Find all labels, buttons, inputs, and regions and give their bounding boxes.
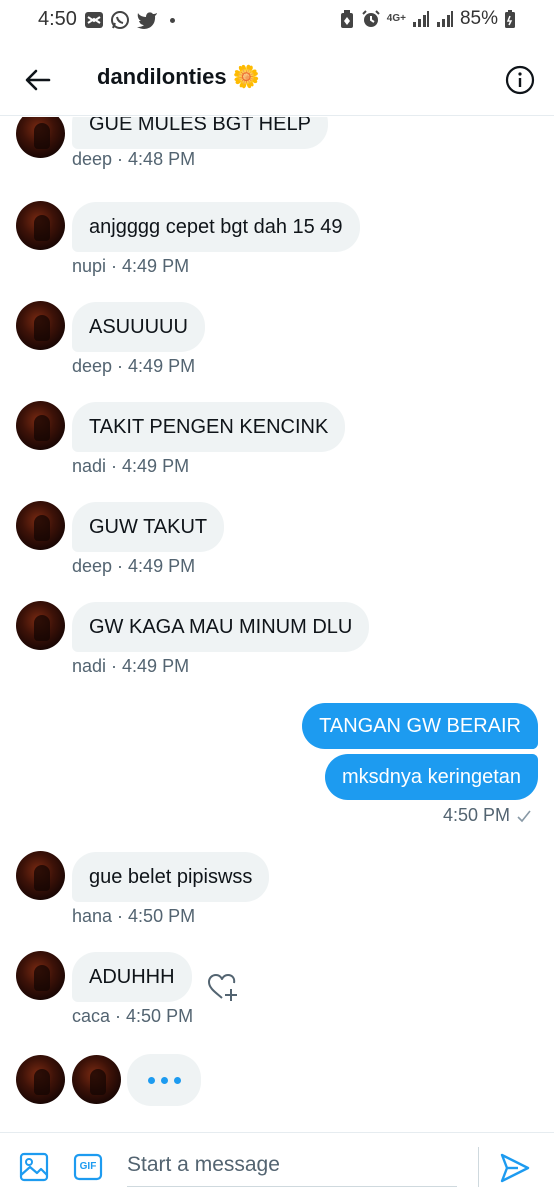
outgoing-message-meta: 4:50 PM [443, 805, 532, 826]
avatar[interactable] [16, 117, 65, 158]
twitter-icon [137, 12, 157, 29]
status-bar: 4:50 4G+ 85% [0, 0, 554, 40]
back-button[interactable] [20, 62, 56, 98]
meta-separator: · [106, 656, 123, 676]
message-time: 4:49 PM [128, 556, 196, 576]
signal-icon-2 [436, 11, 453, 27]
battery-saver-icon [340, 10, 353, 28]
add-reaction-icon[interactable] [206, 971, 238, 1003]
composer-divider [478, 1147, 479, 1187]
avatar[interactable] [72, 1055, 121, 1104]
message-meta: caca · 4:50 PM [72, 1006, 193, 1027]
battery-icon [505, 10, 515, 28]
meta-separator: · [112, 149, 129, 169]
battery-level: 85% [459, 8, 498, 29]
conversation-header: dandilonties 🌼 [0, 40, 554, 116]
meta-separator: · [106, 456, 123, 476]
avatar[interactable] [16, 601, 65, 650]
message-meta: deep · 4:49 PM [72, 356, 195, 377]
message-sender: nupi [72, 256, 107, 276]
message-bubble[interactable]: gue belet pipiswss [72, 852, 270, 902]
conversation-name: dandilonties [97, 64, 227, 89]
message-meta: hana · 4:50 PM [72, 906, 195, 927]
typing-dot [147, 1076, 155, 1084]
message-meta: nadi · 4:49 PM [72, 456, 189, 477]
info-button[interactable] [502, 62, 538, 98]
network-type: 4G+ [386, 13, 406, 24]
message-time: 4:49 PM [122, 256, 190, 276]
message-sender: nadi [72, 456, 107, 476]
meta-separator: · [106, 256, 123, 276]
meta-separator: · [112, 906, 129, 926]
message-bubble[interactable]: GUE MULES BGT HELP [72, 117, 328, 149]
meta-separator: · [110, 1006, 127, 1026]
meta-separator: · [112, 556, 129, 576]
message-bubble[interactable]: GW KAGA MAU MINUM DLU [72, 602, 370, 652]
avatar[interactable] [16, 301, 65, 350]
check-icon [517, 810, 531, 822]
whatsapp-icon [111, 11, 129, 29]
typing-dot [173, 1076, 181, 1084]
message-meta: deep · 4:49 PM [72, 556, 195, 577]
message-sender: hana [72, 906, 113, 926]
message-composer: GIF [0, 1132, 554, 1200]
message-sender: deep [72, 149, 113, 169]
message-bubble[interactable]: ASUUUUU [72, 302, 205, 352]
inbox-icon [85, 12, 103, 28]
message-sender: nadi [72, 656, 107, 676]
conversation-title[interactable]: dandilonties 🌼 [97, 64, 260, 90]
typing-indicator [127, 1054, 201, 1106]
avatar[interactable] [16, 201, 65, 250]
message-time: 4:50 PM [128, 906, 196, 926]
message-input[interactable] [127, 1143, 457, 1187]
status-system-icons: 4G+ 85% [339, 8, 516, 30]
message-bubble[interactable]: TAKIT PENGEN KENCINK [72, 402, 346, 452]
signal-icon [412, 11, 429, 27]
avatar[interactable] [16, 951, 65, 1000]
outgoing-message-time: 4:50 PM [442, 805, 510, 825]
avatar[interactable] [16, 1055, 65, 1104]
typing-dot [160, 1076, 168, 1084]
outgoing-message-bubble[interactable]: mksdnya keringetan [325, 754, 538, 800]
message-meta: nupi · 4:49 PM [72, 256, 189, 277]
message-time: 4:49 PM [122, 456, 190, 476]
message-list[interactable]: GUE MULES BGT HELP deep · 4:48 PM anjggg… [0, 117, 554, 1132]
image-icon[interactable] [18, 1151, 50, 1183]
alarm-icon [362, 10, 380, 27]
message-time: 4:48 PM [128, 149, 196, 169]
arrow-left-icon [25, 69, 51, 91]
info-icon [505, 65, 535, 95]
message-meta: deep · 4:48 PM [72, 149, 195, 170]
gif-button[interactable]: GIF [73, 1153, 103, 1181]
gif-label: GIF [79, 1161, 97, 1172]
message-time: 4:49 PM [128, 356, 196, 376]
message-sender: deep [72, 556, 113, 576]
sunflower-emoji: 🌼 [232, 64, 260, 89]
message-time: 4:50 PM [126, 1006, 194, 1026]
message-sender: deep [72, 356, 113, 376]
message-sender: caca [72, 1006, 111, 1026]
status-time: 4:50 [38, 8, 77, 30]
status-notification-icons [84, 10, 175, 30]
message-bubble[interactable]: ADUHHH [72, 952, 192, 1002]
avatar[interactable] [16, 501, 65, 550]
message-bubble[interactable]: GUW TAKUT [72, 502, 225, 552]
message-meta: nadi · 4:49 PM [72, 656, 189, 677]
avatar[interactable] [16, 851, 65, 900]
outgoing-message-bubble[interactable]: TANGAN GW BERAIR [302, 703, 538, 749]
meta-separator: · [112, 356, 129, 376]
message-bubble[interactable]: anjgggg cepet bgt dah 15 49 [72, 202, 360, 252]
notification-dot [170, 17, 175, 23]
message-time: 4:49 PM [122, 656, 190, 676]
avatar[interactable] [16, 401, 65, 450]
send-icon[interactable] [498, 1151, 532, 1185]
